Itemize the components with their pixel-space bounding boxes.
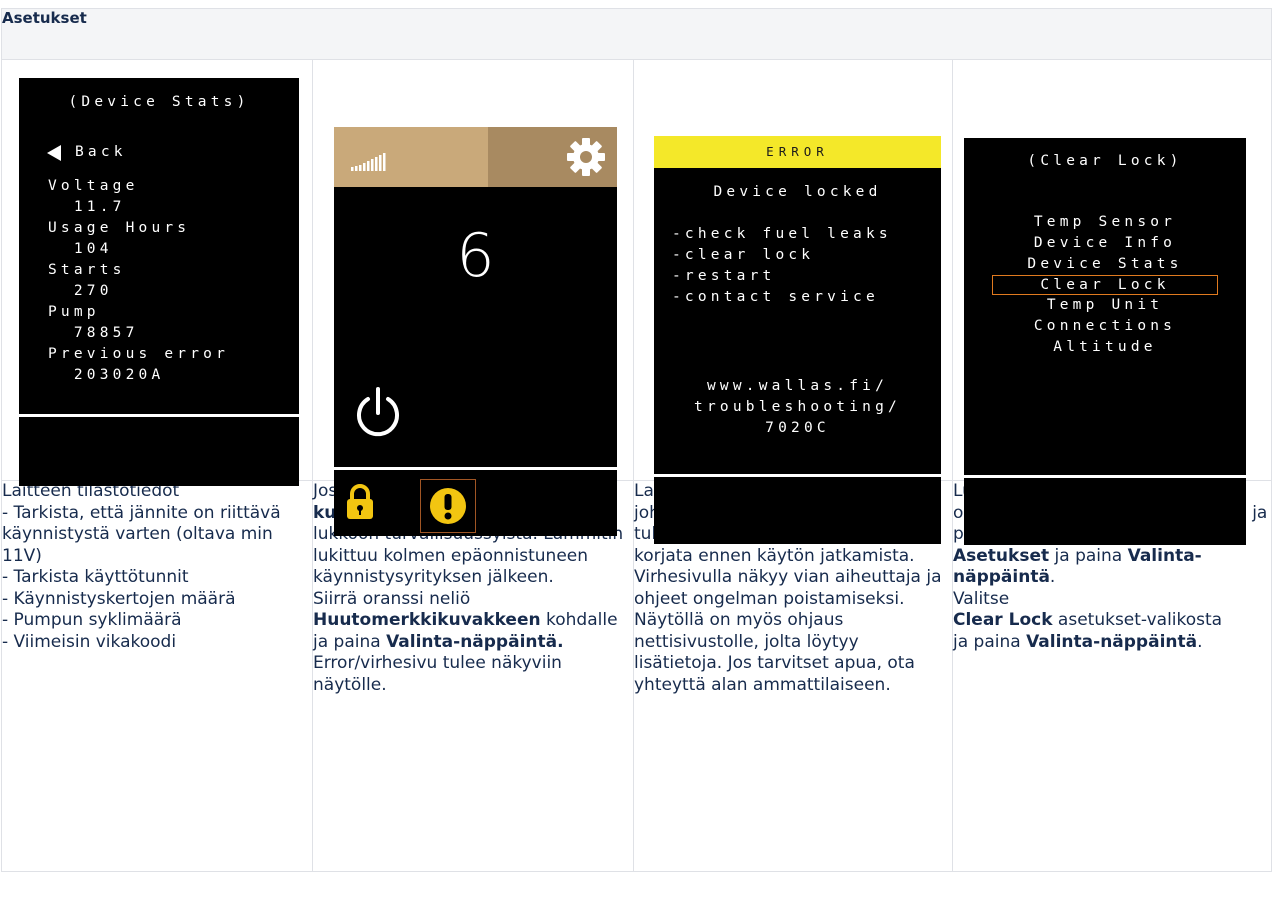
bold-text: Valinta-näppäintä. [386, 631, 564, 652]
clear-lock-cell: (Clear Lock) Temp Sensor Device Info Devic… [952, 59, 1272, 545]
device-stats-screen: (Device Stats) Back Voltage 11.7 Usage Ho… [19, 78, 299, 486]
screen-divider [654, 474, 941, 477]
bold-text: Clear Lock [953, 610, 1053, 630]
error-instruction: -clear lock [672, 247, 815, 263]
signal-bars-icon [351, 153, 386, 171]
selection-box [420, 479, 476, 533]
bold-text: Valinta-näppäintä [1026, 631, 1198, 652]
screen-divider [334, 467, 617, 470]
screen-title: (Device Stats) [68, 94, 250, 110]
text-run: Error/virhesivu tulee näkyviin näytölle. [313, 653, 562, 695]
error-instructions: -check fuel leaks -clear lock -restart -con… [672, 224, 892, 308]
text-run: ja paina [1049, 545, 1128, 566]
url-line: www.wallas.fi/ [706, 378, 889, 394]
url-line: troubleshooting/ [694, 399, 901, 415]
stat-line: 78857 [48, 325, 139, 341]
temperature-value: 6 [456, 221, 495, 291]
error-banner: ERROR [654, 136, 941, 168]
back-label: Back [75, 144, 127, 160]
error-url: www.wallas.fi/troubleshooting/7020C [654, 376, 941, 439]
menu-item[interactable]: Connections [964, 316, 1246, 337]
screen-divider [964, 475, 1246, 478]
stat-line: 203020A [48, 367, 165, 383]
stat-line: 104 [48, 241, 113, 257]
stat-line: Previous error [48, 346, 230, 362]
bold-text: Asetukset [953, 545, 1050, 566]
lock-icon[interactable] [345, 484, 375, 520]
main-screen: 6 [334, 127, 617, 536]
menu-item-selected[interactable]: Clear Lock [992, 275, 1218, 295]
error-screen: ERROR Device locked -check fuel leaks -cl… [654, 136, 941, 544]
error-instruction: -contact service [672, 289, 879, 305]
error-screen-cell: ERROR Device locked -check fuel leaks -cl… [633, 59, 953, 544]
clear-lock-screen: (Clear Lock) Temp Sensor Device Info Devic… [964, 138, 1246, 545]
description-col-2: Jos tilariville tulee näkyviin Lukon kuv… [312, 480, 634, 872]
back-item: Back [45, 142, 127, 163]
menu-item[interactable]: Temp Unit [964, 295, 1246, 316]
device-stats-cell: (Device Stats) Back Voltage 11.7 Usage Ho… [1, 59, 313, 486]
power-icon[interactable] [353, 385, 403, 441]
screen-title: (Clear Lock) [1027, 153, 1183, 169]
menu-item[interactable]: Altitude [964, 337, 1246, 358]
stat-line: Starts [48, 262, 126, 278]
main-screen-cell: 6 [312, 59, 634, 536]
bold-text: Huutomerkkikuvakkeen [313, 610, 541, 630]
stat-line: Pump [48, 304, 100, 320]
menu-item[interactable]: Device Stats [964, 254, 1246, 275]
stat-line: 11.7 [48, 199, 126, 215]
stat-line: Voltage [48, 178, 139, 194]
stat-line: 270 [48, 283, 113, 299]
screen-divider [19, 414, 299, 417]
status-bar-left [334, 127, 488, 187]
text-run: . [1197, 631, 1203, 652]
settings-menu: Temp Sensor Device Info Device Stats Clear … [964, 212, 1246, 358]
stat-line: Usage Hours [48, 220, 191, 236]
settings-table: Asetukset (Device Stats) Back Voltage 11… [1, 8, 1272, 872]
back-arrow-icon [47, 144, 61, 161]
error-instruction: -check fuel leaks [672, 226, 892, 242]
error-subtitle: Device locked [713, 184, 882, 200]
menu-item[interactable]: Device Info [964, 233, 1246, 254]
menu-item[interactable]: Temp Sensor [964, 212, 1246, 233]
table-header: Asetukset [1, 8, 1272, 60]
url-line: 7020C [765, 420, 830, 436]
text-run: Laitteen tilastotiedot - Tarkista, että … [2, 481, 281, 652]
gear-icon[interactable] [564, 135, 608, 179]
error-instruction: -restart [672, 268, 776, 284]
status-bar-right [488, 127, 617, 187]
stats-list: Voltage 11.7 Usage Hours 104 Starts 270 Pum… [48, 176, 229, 386]
exclamation-icon[interactable] [428, 486, 468, 526]
description-col-1: Laitteen tilastotiedot - Tarkista, että … [1, 480, 313, 872]
